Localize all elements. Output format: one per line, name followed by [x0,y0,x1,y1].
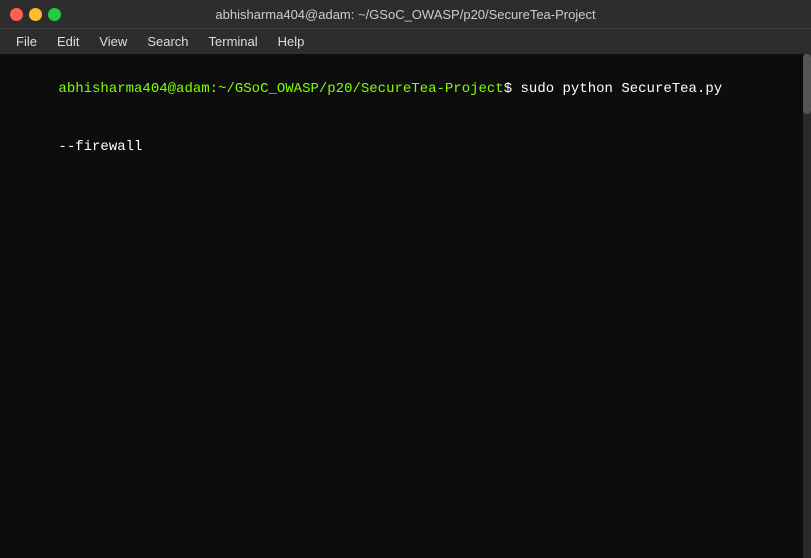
close-button[interactable] [10,8,23,21]
scrollbar[interactable] [803,54,811,558]
terminal-window: abhisharma404@adam: ~/GSoC_OWASP/p20/Sec… [0,0,811,558]
menu-search[interactable]: Search [139,32,196,51]
minimize-button[interactable] [29,8,42,21]
output-text-firewall: --firewall [58,139,142,155]
command-text: sudo python SecureTea.py [512,81,722,97]
menu-view[interactable]: View [91,32,135,51]
maximize-button[interactable] [48,8,61,21]
menu-file[interactable]: File [8,32,45,51]
prompt-symbol: $ [504,81,512,97]
menu-help[interactable]: Help [270,32,313,51]
menu-terminal[interactable]: Terminal [201,32,266,51]
scrollbar-thumb[interactable] [803,54,811,114]
menu-edit[interactable]: Edit [49,32,87,51]
terminal-command-line: abhisharma404@adam:~/GSoC_OWASP/p20/Secu… [8,60,803,119]
terminal-output-line1: --firewall [8,119,803,178]
titlebar: abhisharma404@adam: ~/GSoC_OWASP/p20/Sec… [0,0,811,28]
window-title: abhisharma404@adam: ~/GSoC_OWASP/p20/Sec… [215,7,595,22]
prompt-user: abhisharma404@adam [58,81,209,97]
menubar: File Edit View Search Terminal Help [0,28,811,54]
window-controls [10,8,61,21]
terminal-body[interactable]: abhisharma404@adam:~/GSoC_OWASP/p20/Secu… [0,54,811,558]
prompt-path: :~/GSoC_OWASP/p20/SecureTea-Project [210,81,504,97]
